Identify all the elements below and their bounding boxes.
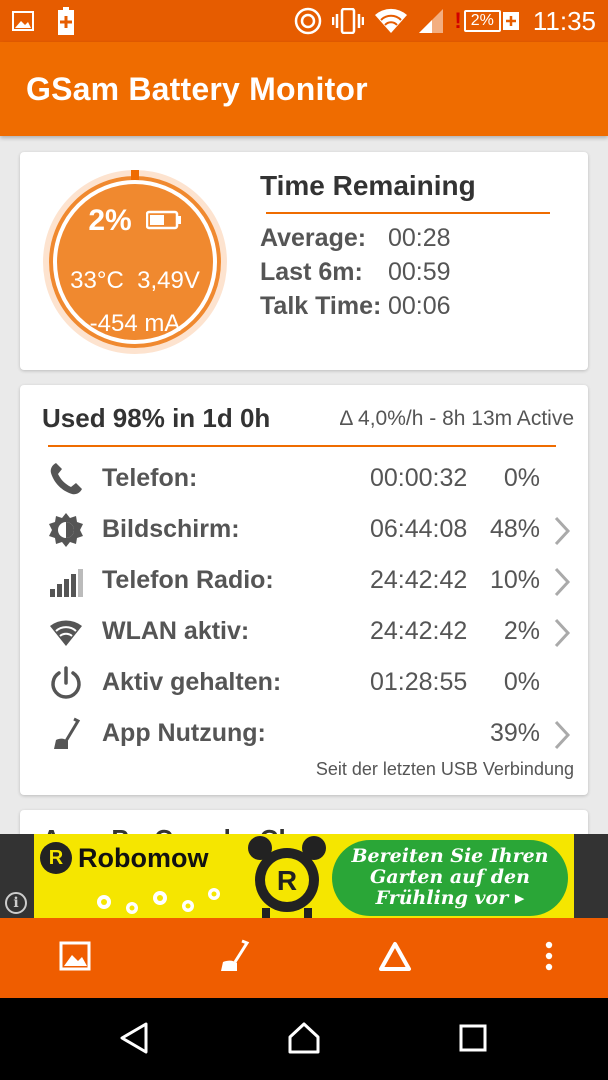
usage-footer: Seit der letzten USB Verbindung [315,759,574,779]
back-icon [118,1021,150,1060]
signal-icon [418,8,444,34]
battery-icon [145,204,182,238]
ad-logo-mark: R [40,842,72,874]
power-icon [48,665,84,701]
app-bar: GSam Battery Monitor [0,42,608,136]
gauge-temperature: 33°C [70,267,124,294]
ad-banner[interactable]: i R Robomow R Bereiten Sie Ihren Garten … [0,834,608,918]
time-remaining-row: Average: 00:28 [260,224,451,252]
battery-summary-card[interactable]: 2% 33°C 3,49V -454 mA Time Remaining Ave… [20,152,588,370]
status-time: 11:35 [532,5,596,36]
wifi-icon [374,8,408,34]
ad-info-icon[interactable]: i [5,892,27,914]
usage-row-aktiv-gehalten[interactable]: Aktiv gehalten: 01:28:55 0% [20,657,588,707]
chevron-right-icon [552,567,572,597]
gauge-current: -454 mA [89,310,181,337]
app-title: GSam Battery Monitor [26,70,368,107]
time-remaining-title: Time Remaining [260,170,476,201]
gauge-percent: 2% [88,204,132,237]
usage-card: Used 98% in 1d 0h Δ 4,0%/h - 8h 13m Acti… [20,385,588,795]
battery-alert-icon: ! 2% [454,8,519,34]
usage-row-telefon[interactable]: Telefon: 00:00:32 0% [20,453,588,503]
wifi-icon [48,614,84,650]
usage-row-telefon-radio[interactable]: Telefon Radio: 24:42:42 10% [20,555,588,605]
image-icon [12,11,34,31]
alarm-clock-illustration: R [248,836,326,918]
svg-text:R: R [277,865,297,896]
brightness-icon [48,512,84,548]
time-remaining-row: Talk Time: 00:06 [260,292,451,320]
chevron-right-icon [552,618,572,648]
recents-button[interactable] [451,1018,495,1062]
usage-row-app-nutzung[interactable]: App Nutzung: 39% [20,708,588,758]
usage-rate: Δ 4,0%/h - 8h 13m Active [339,407,574,430]
battery-gauge: 2% 33°C 3,49V -454 mA [40,167,230,357]
ad-brand: Robomow [78,842,209,873]
back-button[interactable] [112,1018,156,1062]
time-remaining-row: Last 6m: 00:59 [260,258,451,286]
system-nav-bar [0,998,608,1080]
flowers-illustration [97,888,220,914]
usage-title: Used 98% in 1d 0h [42,403,271,433]
image-button[interactable] [53,936,97,980]
gauge-voltage: 3,49V [137,267,200,294]
app-usage-icon [218,939,252,978]
ad-content[interactable]: R Robomow R Bereiten Sie Ihren Garten au… [34,834,574,918]
home-icon [286,1021,322,1060]
usage-row-bildschirm[interactable]: Bildschirm: 06:44:08 48% [20,504,588,554]
ad-logo: R Robomow [40,842,208,874]
status-bar: ! 2% 11:35 [0,0,608,42]
gsam-icon [294,7,322,35]
home-button[interactable] [282,1018,326,1062]
divider [48,445,556,447]
recents-icon [458,1023,488,1058]
app-usage-icon [48,716,84,752]
delta-button[interactable] [373,936,417,980]
divider [266,212,550,214]
delta-icon [378,941,412,976]
image-icon [59,941,91,976]
signal-bars-icon [48,563,84,599]
chevron-right-icon [552,720,572,750]
app-usage-button[interactable] [213,936,257,980]
bottom-action-bar [0,918,608,998]
phone-icon [48,461,84,497]
vibrate-icon [332,8,365,34]
more-vert-icon [544,941,554,976]
ad-cta[interactable]: Bereiten Sie Ihren Garten auf den Frühli… [332,840,568,916]
more-options-button[interactable] [527,936,571,980]
chevron-right-icon [552,516,572,546]
battery-plus-icon [58,7,74,35]
usage-row-wlan[interactable]: WLAN aktiv: 24:42:42 2% [20,606,588,656]
battery-percent: 2% [463,10,501,32]
